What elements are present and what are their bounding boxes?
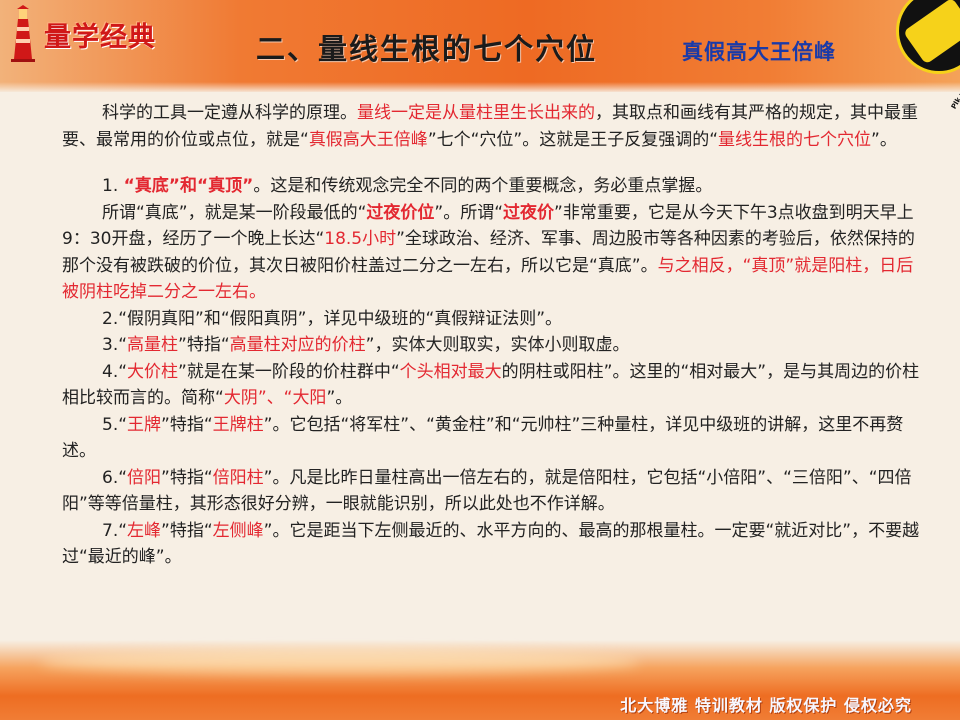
item-highlight: 高量柱 — [127, 335, 179, 355]
item-highlight: 过夜价位 — [366, 202, 435, 223]
item-highlight: 过夜价 — [503, 202, 555, 223]
intro-highlight: 真假高大王倍峰 — [308, 129, 428, 150]
item-text: 所谓“真底”，就是某一阶段最低的“ — [102, 202, 367, 223]
item-text: ”。 — [326, 388, 353, 408]
buy-now-badge[interactable]: Plk wwl click to buy NOW! www.tracker-so… — [896, 0, 960, 111]
item-6: 6.“倍阳”特指“倍阳柱”。凡是比昨日量柱高出一倍左右的，就是倍阳柱，它包括“小… — [62, 465, 924, 518]
item-1-heading: 1. “真底”和“真顶”。这是和传统观念完全不同的两个重要概念，务必重点掌握。 — [62, 173, 924, 200]
item-text: ”特指“ — [161, 467, 213, 488]
intro-text: 科学的工具一定遵从科学的原理。 — [102, 103, 357, 123]
intro-text: ”。 — [871, 129, 897, 150]
item-highlight: 王牌 — [127, 414, 162, 435]
item-highlight: 左峰 — [127, 520, 162, 541]
item-1-body: 所谓“真底”，就是某一阶段最低的“过夜价位”。所谓“过夜价”非常重要，它是从今天… — [62, 200, 924, 306]
item-5: 5.“王牌”特指“王牌柱”。它包括“将军柱”、“黄金柱”和“元帅柱”三种量柱，详… — [62, 412, 924, 465]
item-text: ”特指“ — [161, 414, 213, 435]
item-text: ”特指“ — [178, 335, 230, 355]
item-1-term: “真底”和“真顶” — [123, 176, 254, 196]
item-highlight: 王牌柱 — [212, 414, 264, 435]
header-banner: 量学经典 二、量线生根的七个穴位 真假高大王倍峰 Plk wwl click t… — [0, 0, 960, 111]
item-text: 。这是和传统观念完全不同的两个重要概念，务必重点掌握。 — [253, 176, 713, 196]
item-text: 2.“假阴真阳”和“假阳真阴”，详见中级班的“真假辩证法则”。 — [102, 308, 563, 329]
item-text: 6.“ — [102, 467, 128, 488]
main-content: 科学的工具一定遵从科学的原理。量线一定是从量柱里生长出来的，其取点和画线有其严格… — [62, 100, 924, 571]
item-text: 5.“ — [102, 414, 128, 435]
item-highlight: 18.5小时 — [324, 229, 397, 249]
item-text: ”就是在某一阶段的价柱群中“ — [178, 361, 400, 382]
item-text: 4.“ — [102, 361, 128, 382]
footer-banner: 北大博雅 特训教材 版权保护 侵权必究 — [0, 640, 960, 720]
item-highlight: 个头相对最大 — [399, 361, 502, 382]
item-number: 1. — [102, 176, 124, 196]
item-2: 2.“假阴真阳”和“假阳真阴”，详见中级班的“真假辩证法则”。 — [62, 306, 924, 333]
item-text: 7.“ — [102, 520, 128, 541]
intro-highlight: 量线一定是从量柱里生长出来的 — [357, 103, 595, 123]
item-3: 3.“高量柱”特指“高量柱对应的价柱”，实体大则取实，实体小则取虚。 — [62, 332, 924, 359]
item-text: ”，实体大则取实，实体小则取虚。 — [365, 335, 630, 355]
item-highlight: 大价柱 — [127, 361, 179, 382]
page-title: 二、量线生根的七个穴位 — [256, 32, 598, 66]
page-subtitle: 真假高大王倍峰 — [682, 40, 836, 64]
item-highlight: 高量柱对应的价柱 — [229, 335, 366, 355]
copyright-notice: 北大博雅 特训教材 版权保护 侵权必究 — [620, 696, 912, 715]
badge-stripe — [902, 0, 960, 65]
item-7: 7.“左峰”特指“左侧峰”。它是距当下左侧最近的、水平方向的、最高的那根量柱。一… — [62, 518, 924, 571]
lighthouse-icon — [11, 5, 35, 62]
logo-text: 量学经典 — [44, 21, 156, 53]
item-highlight: 大阴 — [223, 388, 258, 408]
intro-paragraph: 科学的工具一定遵从科学的原理。量线一定是从量柱里生长出来的，其取点和画线有其严格… — [62, 100, 924, 153]
item-text: ”。所谓“ — [434, 202, 504, 223]
item-highlight: 倍阳柱 — [212, 467, 264, 488]
item-text: 3.“ — [102, 335, 128, 355]
item-text: ”特指“ — [161, 520, 213, 541]
item-highlight: ”、“ — [257, 388, 293, 408]
item-highlight: 大阳 — [292, 388, 327, 408]
intro-text: ”七个“穴位”。这就是王子反复强调的“ — [427, 129, 719, 150]
item-4: 4.“大价柱”就是在某一阶段的价柱群中“个头相对最大的阴柱或阳柱”。这里的“相对… — [62, 359, 924, 412]
item-highlight: 倍阳 — [127, 467, 162, 488]
logo: 量学经典 — [8, 4, 156, 64]
item-highlight: 左侧峰 — [212, 520, 264, 541]
intro-highlight: 量线生根的七个穴位 — [718, 129, 872, 150]
